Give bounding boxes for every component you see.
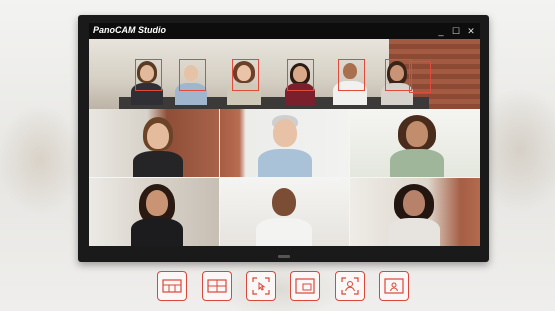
face-tracking-box	[135, 59, 162, 91]
mode-button-presenter[interactable]	[379, 271, 409, 301]
pointer-select-icon	[252, 277, 270, 295]
face-tracking-box	[179, 59, 206, 91]
layout-mode-bar	[157, 271, 413, 305]
app-window: PanoCAM Studio _ ☐ ✕	[89, 23, 480, 246]
screen-frame-icon	[295, 278, 315, 294]
layout-grid-3col-icon	[162, 279, 182, 293]
speaker-tile-1[interactable]	[89, 109, 219, 177]
monitor-logo	[278, 255, 290, 258]
participant	[131, 184, 183, 246]
participant	[390, 115, 444, 177]
speaker-tile-2[interactable]	[220, 109, 349, 177]
speaker-tile-5[interactable]	[220, 178, 349, 246]
presenter-icon	[384, 278, 404, 294]
layout-grid-2col-icon	[207, 279, 227, 293]
minimize-button[interactable]: _	[434, 24, 448, 38]
face-tracking-box	[287, 59, 314, 91]
maximize-button[interactable]: ☐	[449, 24, 463, 38]
face-tracking-box	[232, 59, 259, 91]
app-title: PanoCAM Studio	[93, 25, 166, 35]
face-tracking-box	[409, 61, 431, 93]
participant	[258, 115, 312, 177]
mode-button-layout-2col[interactable]	[202, 271, 232, 301]
close-button[interactable]: ✕	[464, 24, 478, 38]
panorama-feed[interactable]	[89, 39, 480, 109]
person-focus-icon	[341, 277, 359, 295]
tile-divider	[89, 177, 480, 178]
participant	[256, 186, 312, 246]
mode-button-frame[interactable]	[290, 271, 320, 301]
participant	[388, 184, 440, 246]
mode-button-layout-3col[interactable]	[157, 271, 187, 301]
face-tracking-box	[338, 59, 365, 91]
title-bar: PanoCAM Studio _ ☐ ✕	[89, 23, 480, 39]
speaker-tile-4[interactable]	[89, 178, 219, 246]
mode-button-person-focus[interactable]	[335, 271, 365, 301]
mode-button-pointer[interactable]	[246, 271, 276, 301]
face-tracking-box	[385, 59, 412, 91]
speaker-tile-3[interactable]	[350, 109, 480, 177]
participant	[133, 117, 183, 177]
speaker-tile-6[interactable]	[350, 178, 480, 246]
